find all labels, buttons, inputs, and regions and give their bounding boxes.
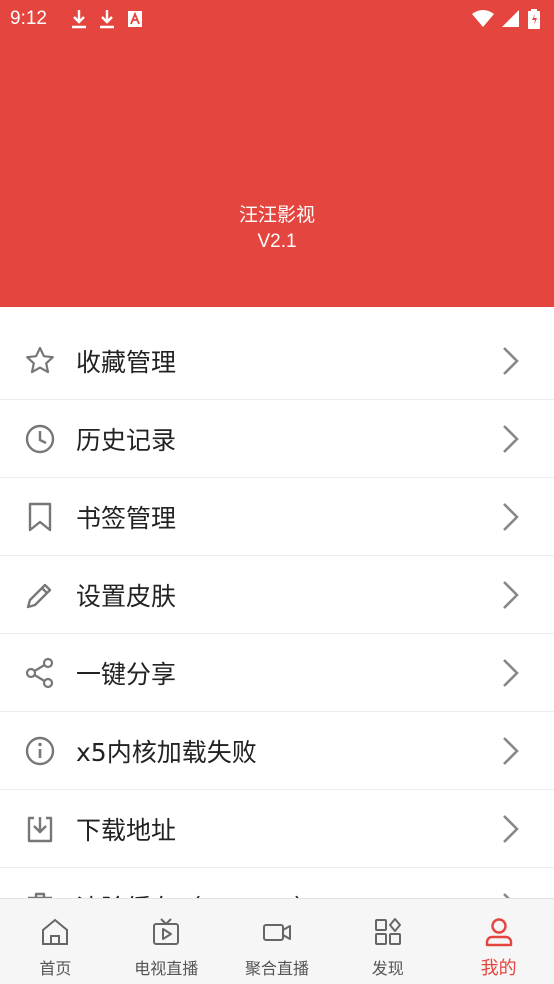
chevron-right-icon [503, 658, 519, 687]
system-status-icons [472, 9, 540, 29]
menu-item-label: 下载地址 [76, 815, 177, 845]
signal-icon [502, 10, 519, 27]
star-icon [26, 346, 54, 373]
share-icon [25, 657, 54, 688]
menu-item-bookmarks[interactable]: 书签管理 [0, 478, 554, 556]
nav-label: 发现 [371, 959, 404, 978]
menu-item-label: 书签管理 [76, 503, 177, 533]
wifi-icon [472, 10, 494, 27]
status-bar: 9:12 [0, 0, 554, 38]
menu-item-label: 历史记录 [76, 425, 177, 455]
battery-icon [528, 9, 540, 29]
menu-item-label: 设置皮肤 [76, 581, 177, 611]
menu-item-label: 一键分享 [76, 659, 177, 689]
menu-item-label: 收藏管理 [76, 347, 177, 377]
app-notification-icon [128, 11, 142, 27]
menu-item-share[interactable]: 一键分享 [0, 634, 554, 712]
clock-icon [25, 424, 55, 453]
nav-label: 聚合直播 [244, 959, 309, 978]
menu-item-download-address[interactable]: 下载地址 [0, 790, 554, 868]
bookmark-icon [28, 502, 52, 531]
chevron-right-icon [503, 424, 519, 453]
grid-icon [374, 918, 401, 945]
chevron-right-icon [503, 580, 519, 609]
menu-item-x5-kernel[interactable]: x5内核加载失败 [0, 712, 554, 790]
chevron-right-icon [503, 502, 519, 531]
bottom-navigation: 首页 电视直播 聚合直播 发现 我的 [0, 898, 554, 984]
download-icon [27, 816, 53, 842]
profile-header: 9:12 汪汪影视 V2.1 [0, 0, 554, 307]
menu-item-skin[interactable]: 设置皮肤 [0, 556, 554, 634]
download-notification-icon [100, 10, 114, 29]
nav-label: 我的 [480, 958, 517, 979]
app-version: V2.1 [257, 231, 297, 252]
menu-item-favorites[interactable]: 收藏管理 [0, 322, 554, 400]
menu-item-label: x5内核加载失败 [76, 737, 257, 767]
nav-label: 电视直播 [134, 959, 199, 978]
nav-mine[interactable]: 我的 [443, 899, 554, 984]
chevron-right-icon [503, 346, 519, 375]
settings-menu: 收藏管理 历史记录 书签管理 设置皮肤 一键分享 x5内核加载失败 下载地址 清… [0, 322, 554, 946]
video-camera-icon [262, 924, 291, 941]
menu-item-history[interactable]: 历史记录 [0, 400, 554, 478]
notification-icons [70, 9, 144, 29]
nav-tv-live[interactable]: 电视直播 [111, 899, 222, 984]
nav-home[interactable]: 首页 [0, 899, 111, 984]
user-icon [485, 918, 512, 947]
home-icon [42, 918, 69, 945]
info-icon [25, 736, 55, 765]
chevron-right-icon [503, 736, 519, 765]
pencil-icon [26, 583, 52, 608]
nav-label: 首页 [39, 959, 72, 978]
download-notification-icon [72, 10, 86, 29]
nav-aggregate-live[interactable]: 聚合直播 [222, 899, 333, 984]
chevron-right-icon [503, 814, 519, 843]
app-title: 汪汪影视 [238, 204, 315, 226]
tv-icon [153, 918, 180, 945]
status-time: 9:12 [10, 8, 47, 29]
nav-discover[interactable]: 发现 [332, 899, 443, 984]
